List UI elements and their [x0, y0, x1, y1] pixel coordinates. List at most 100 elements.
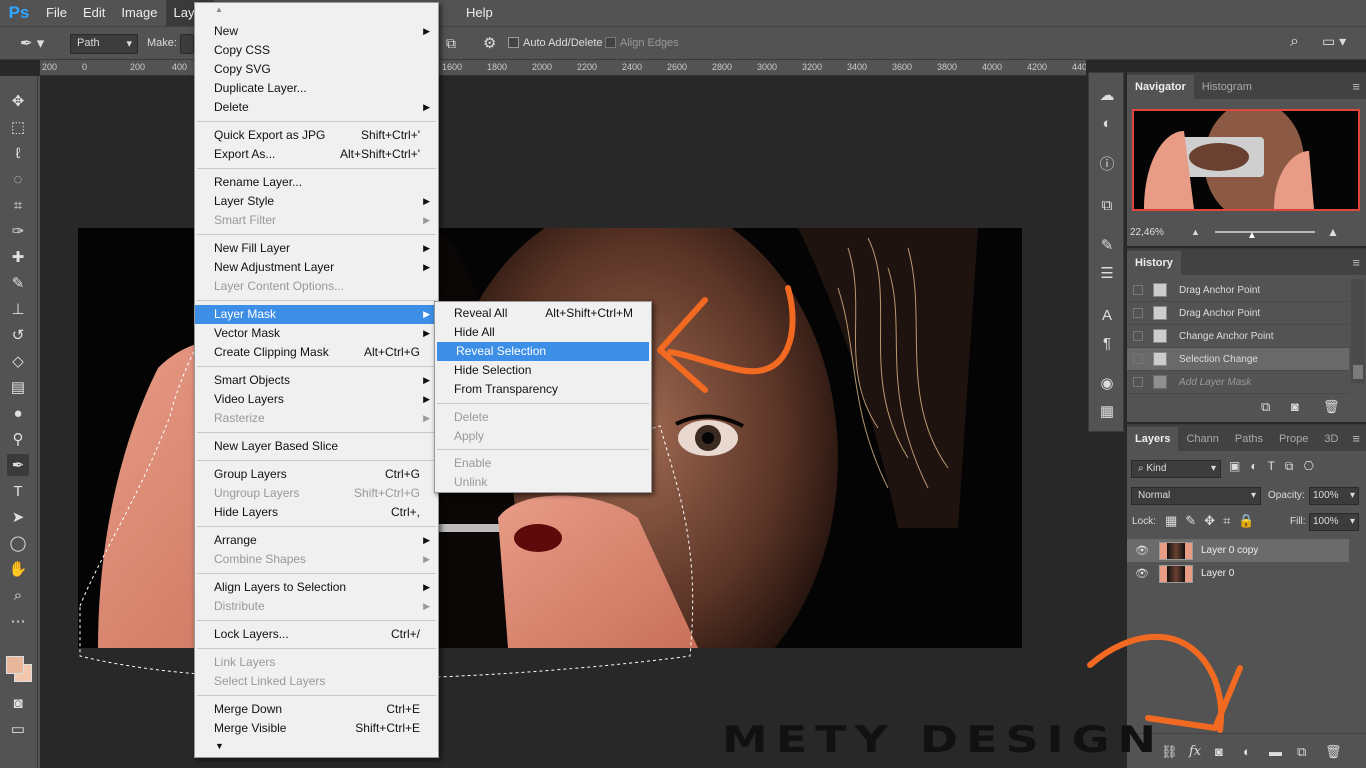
zoom-out-icon[interactable]: ▲ [1191, 227, 1200, 237]
menu-file[interactable]: File [38, 0, 75, 26]
menu-item-from-transparency[interactable]: From Transparency [435, 380, 651, 399]
zoom-icon[interactable]: ⌕ [7, 584, 29, 606]
lasso-icon[interactable]: ℓ [7, 142, 29, 164]
history-state-row[interactable]: Change Anchor Point [1127, 325, 1349, 348]
filter-kind-select[interactable]: ⌕ Kind ▾ [1131, 460, 1221, 478]
grid-icon[interactable]: ▦ [1097, 401, 1117, 421]
delete-layer-icon[interactable]: 🗑 [1325, 744, 1342, 760]
zoom-slider[interactable] [1215, 231, 1315, 233]
menu-item-vector-mask[interactable]: Vector Mask ▶ [195, 324, 438, 343]
pen-mode-select[interactable]: Path ▾ [70, 34, 138, 54]
blur-icon[interactable]: ● [7, 402, 29, 424]
tool-presets-icon[interactable]: ☰ [1097, 263, 1117, 283]
menu-item-lock-layers[interactable]: Lock Layers... Ctrl+/ [195, 625, 438, 644]
menu-item-rasterize[interactable]: Rasterize ▶ [195, 409, 438, 428]
menu-item-arrange[interactable]: Arrange ▶ [195, 531, 438, 550]
menu-item-export-as[interactable]: Export As... Alt+Shift+Ctrl+' [195, 145, 438, 164]
eyedropper-icon[interactable]: ✑ [7, 220, 29, 242]
scroll-up-arrow-icon[interactable]: ▲ [215, 5, 223, 14]
new-document-from-state-icon[interactable]: ⧉ [1261, 399, 1270, 415]
make-selection-button[interactable] [180, 34, 194, 54]
menu-item-merge-visible[interactable]: Merge Visible Shift+Ctrl+E [195, 719, 438, 738]
history-state-row[interactable]: Drag Anchor Point [1127, 302, 1349, 325]
menu-item-apply[interactable]: Apply [435, 427, 651, 446]
eraser-icon[interactable]: ◇ [7, 350, 29, 372]
healing-icon[interactable]: ✚ [7, 246, 29, 268]
layer-name[interactable]: Layer 0 [1201, 568, 1234, 579]
menu-item-new-adjustment-layer[interactable]: New Adjustment Layer ▶ [195, 258, 438, 277]
paragraph-icon[interactable]: ¶ [1097, 333, 1117, 353]
history-source-checkbox[interactable] [1133, 354, 1143, 364]
history-source-checkbox[interactable] [1133, 377, 1143, 387]
menu-item-copy-svg[interactable]: Copy SVG [195, 60, 438, 79]
clone-source-icon[interactable]: ⧉ [1097, 195, 1117, 215]
menu-item-combine-shapes[interactable]: Combine Shapes ▶ [195, 550, 438, 569]
layer-thumbnail[interactable] [1159, 541, 1193, 560]
stamp-icon[interactable]: ⊥ [7, 298, 29, 320]
workspace-icon[interactable]: ▭ ▾ [1322, 33, 1346, 50]
menu-item-enable[interactable]: Enable [435, 454, 651, 473]
panel-menu-icon[interactable]: ≡ [1352, 431, 1360, 446]
gear-icon[interactable]: ⚙ [483, 34, 496, 52]
layer-row[interactable]: 👁 Layer 0 copy [1127, 539, 1349, 562]
more-icon[interactable]: ⋯ [7, 610, 29, 632]
auto-add-delete-checkbox[interactable]: Auto Add/Delete [508, 37, 603, 49]
snapshot-camera-icon[interactable]: ◙ [1291, 399, 1299, 414]
menu-edit[interactable]: Edit [75, 0, 113, 26]
menu-item-hide-selection[interactable]: Hide Selection [435, 361, 651, 380]
menu-item-layer-style[interactable]: Layer Style ▶ [195, 192, 438, 211]
menu-item-ungroup-layers[interactable]: Ungroup Layers Shift+Ctrl+G [195, 484, 438, 503]
menu-item-smart-filter[interactable]: Smart Filter ▶ [195, 211, 438, 230]
new-layer-icon[interactable]: ⧉ [1297, 744, 1306, 760]
new-group-icon[interactable]: ▬ [1269, 744, 1282, 759]
dodge-icon[interactable]: ⚲ [7, 428, 29, 450]
type-icon[interactable]: T [7, 480, 29, 502]
visibility-eye-icon[interactable]: 👁 [1133, 567, 1151, 580]
history-brush-icon[interactable]: ↺ [7, 324, 29, 346]
ellipse-icon[interactable]: ◯ [7, 532, 29, 554]
menu-item-unlink[interactable]: Unlink [435, 473, 651, 492]
info-icon[interactable]: ⓘ [1097, 153, 1117, 173]
menu-item-hide-all[interactable]: Hide All [435, 323, 651, 342]
tab-history[interactable]: History [1127, 251, 1181, 275]
layer-filter-icons[interactable]: ▣◐T⧉⎔ [1229, 459, 1324, 474]
tab-channels[interactable]: Chann [1178, 427, 1226, 451]
menu-item-smart-objects[interactable]: Smart Objects ▶ [195, 371, 438, 390]
swatches-icon[interactable]: ◉ [1097, 373, 1117, 393]
history-source-checkbox[interactable] [1133, 285, 1143, 295]
tab-layers[interactable]: Layers [1127, 427, 1179, 451]
layer-name[interactable]: Layer 0 copy [1201, 545, 1258, 556]
tab-properties[interactable]: Prope [1271, 427, 1316, 451]
visibility-eye-icon[interactable]: 👁 [1133, 544, 1151, 557]
menu-item-link-layers[interactable]: Link Layers [195, 653, 438, 672]
search-icon[interactable]: ⌕ [1290, 33, 1299, 51]
quick-mask-icon[interactable]: ◙ [7, 692, 29, 714]
brushes-icon[interactable]: ✎ [1097, 235, 1117, 255]
history-source-checkbox[interactable] [1133, 308, 1143, 318]
menu-item-duplicate-layer[interactable]: Duplicate Layer... [195, 79, 438, 98]
tab-3d[interactable]: 3D [1316, 427, 1346, 451]
pen-tool-preset-icon[interactable]: ✒ ▾ [20, 34, 50, 54]
menu-image[interactable]: Image [113, 0, 165, 26]
fx-icon[interactable]: fx [1189, 744, 1201, 759]
history-scrollbar[interactable] [1351, 279, 1365, 383]
menu-item-new-fill-layer[interactable]: New Fill Layer ▶ [195, 239, 438, 258]
menu-item-new-layer-based-slice[interactable]: New Layer Based Slice [195, 437, 438, 456]
gradient-icon[interactable]: ▤ [7, 376, 29, 398]
zoom-in-icon[interactable]: ▲ [1327, 225, 1339, 239]
align-edges-checkbox[interactable]: Align Edges [605, 37, 679, 49]
add-mask-icon[interactable]: ◙ [1215, 744, 1223, 759]
crop-icon[interactable]: ⌗ [7, 194, 29, 216]
menu-item-video-layers[interactable]: Video Layers ▶ [195, 390, 438, 409]
menu-item-copy-css[interactable]: Copy CSS [195, 41, 438, 60]
menu-item-quick-export-as-jpg[interactable]: Quick Export as JPG Shift+Ctrl+' [195, 126, 438, 145]
move-icon[interactable]: ✥ [7, 90, 29, 112]
screen-mode-icon[interactable]: ▭ [7, 718, 29, 740]
hand-icon[interactable]: ✋ [7, 558, 29, 580]
quick-select-icon[interactable]: ◌ [7, 168, 29, 190]
menu-item-distribute[interactable]: Distribute ▶ [195, 597, 438, 616]
menu-item-align-layers-to-selection[interactable]: Align Layers to Selection ▶ [195, 578, 438, 597]
trash-icon[interactable]: 🗑 [1323, 399, 1340, 415]
marquee-icon[interactable]: ⬚ [7, 116, 29, 138]
menu-item-new[interactable]: New ▶ [195, 22, 438, 41]
